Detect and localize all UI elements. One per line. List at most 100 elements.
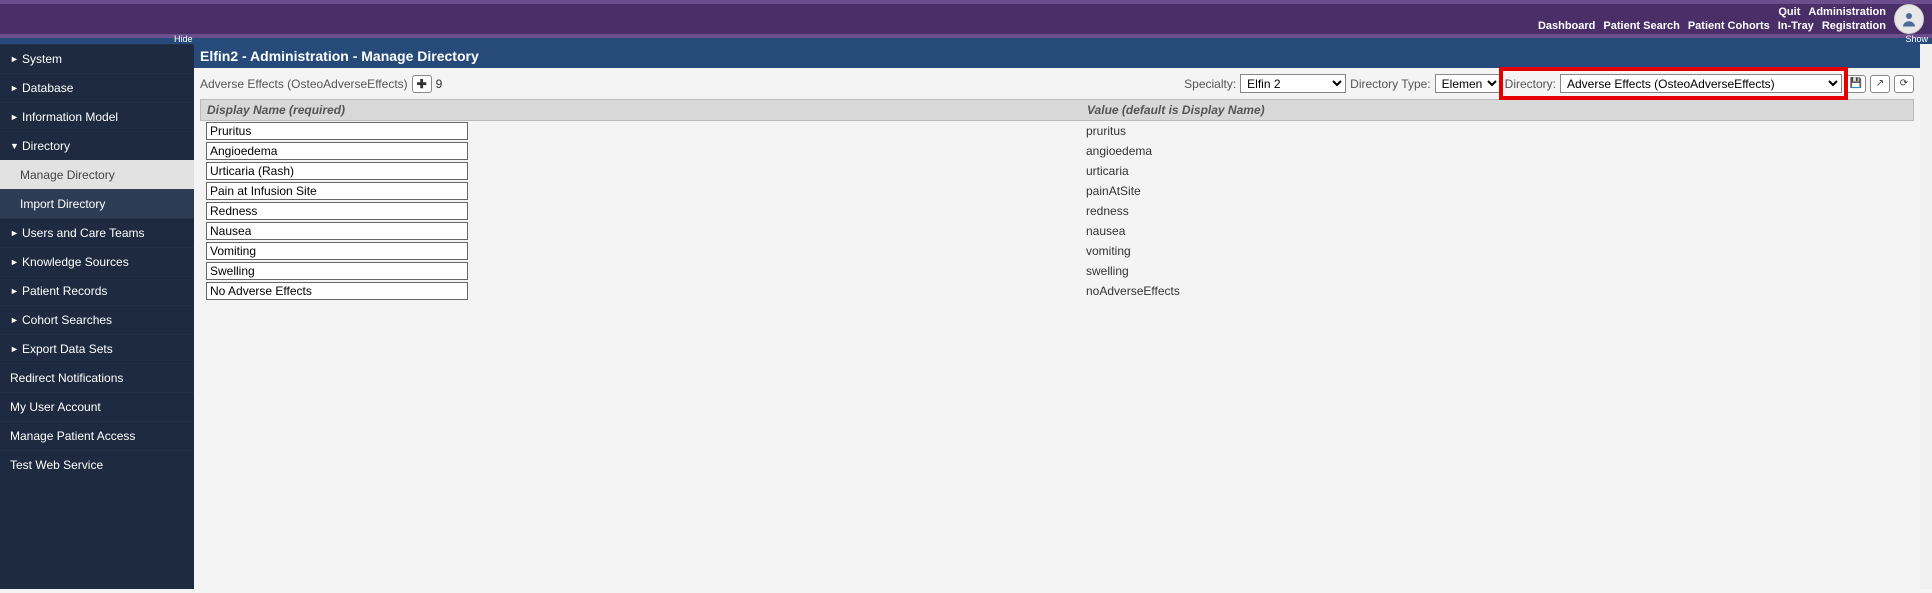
chevron-right-icon: ► (10, 83, 18, 93)
table-row: nausea (200, 221, 1914, 241)
sidebar-item-label: Cohort Searches (22, 313, 112, 327)
sidebar-item-label: Information Model (22, 110, 118, 124)
value-cell: redness (1086, 204, 1908, 218)
refresh-button[interactable]: ⟳ (1894, 75, 1914, 93)
display-name-input[interactable] (206, 262, 468, 280)
patient-search-link[interactable]: Patient Search (1603, 20, 1679, 32)
sidebar-item-export-data-sets[interactable]: ► Export Data Sets (0, 334, 194, 363)
value-cell: urticaria (1086, 164, 1908, 178)
sidebar-item-cohort-searches[interactable]: ► Cohort Searches (0, 305, 194, 334)
display-name-input[interactable] (206, 282, 468, 300)
save-button[interactable]: 💾 (1846, 75, 1866, 93)
right-gutter (1920, 44, 1932, 589)
chevron-right-icon: ► (10, 228, 18, 238)
sidebar-item-information-model[interactable]: ► Information Model (0, 102, 194, 131)
sidebar-item-label: Directory (22, 139, 70, 153)
sidebar-item-users-care-teams[interactable]: ► Users and Care Teams (0, 218, 194, 247)
sidebar-item-database[interactable]: ► Database (0, 73, 194, 102)
sidebar-item-label: Patient Records (22, 284, 107, 298)
grid-header: Display Name (required) Value (default i… (200, 99, 1914, 121)
administration-link[interactable]: Administration (1808, 6, 1886, 18)
value-cell: pruritus (1086, 124, 1908, 138)
sidebar-item-label: Test Web Service (10, 458, 103, 472)
value-cell: vomiting (1086, 244, 1908, 258)
directory-type-label: Directory Type: (1350, 77, 1430, 91)
sidebar-item-label: Users and Care Teams (22, 226, 145, 240)
display-name-input[interactable] (206, 142, 468, 160)
save-icon: 💾 (1850, 78, 1862, 89)
chevron-down-icon: ▼ (10, 141, 18, 151)
sidebar-item-label: System (22, 52, 62, 66)
top-banner: Quit Administration Dashboard Patient Se… (0, 0, 1932, 38)
value-cell: nausea (1086, 224, 1908, 238)
sidebar-item-test-web-service[interactable]: Test Web Service (0, 450, 194, 479)
directory-label: Directory: (1505, 77, 1556, 91)
dashboard-link[interactable]: Dashboard (1538, 20, 1595, 32)
add-button[interactable]: ✚ (412, 75, 432, 93)
sidebar-item-label: My User Account (10, 400, 101, 414)
sidebar-item-system[interactable]: ► System (0, 44, 194, 73)
sidebar-item-label: Knowledge Sources (22, 255, 129, 269)
sidebar-item-knowledge-sources[interactable]: ► Knowledge Sources (0, 247, 194, 276)
avatar[interactable] (1894, 4, 1924, 34)
sidebar-item-label: Manage Directory (20, 168, 115, 182)
sidebar-item-directory[interactable]: ▼ Directory (0, 131, 194, 160)
patient-cohorts-link[interactable]: Patient Cohorts (1688, 20, 1770, 32)
sidebar-item-redirect-notifications[interactable]: Redirect Notifications (0, 363, 194, 392)
specialty-select[interactable]: Elfin 2 (1240, 74, 1346, 93)
display-name-input[interactable] (206, 242, 468, 260)
sidebar: ► System ► Database ► Information Model … (0, 44, 194, 589)
value-cell: angioedema (1086, 144, 1908, 158)
sidebar-item-label: Database (22, 81, 73, 95)
column-value: Value (default is Display Name) (1087, 103, 1907, 117)
refresh-icon: ⟳ (1900, 78, 1908, 89)
value-cell: painAtSite (1086, 184, 1908, 198)
sidebar-item-label: Import Directory (20, 197, 105, 211)
main-content: Elfin2 - Administration - Manage Directo… (194, 44, 1920, 589)
table-row: angioedema (200, 141, 1914, 161)
hide-sidebar-link[interactable]: Hide (174, 34, 193, 44)
sidebar-item-label: Manage Patient Access (10, 429, 135, 443)
in-tray-link[interactable]: In-Tray (1778, 20, 1814, 32)
current-directory-label: Adverse Effects (OsteoAdverseEffects) (200, 77, 408, 91)
sidebar-item-import-directory[interactable]: Import Directory (0, 189, 194, 218)
chevron-right-icon: ► (10, 257, 18, 267)
directory-select[interactable]: Adverse Effects (OsteoAdverseEffects) (1560, 74, 1842, 93)
table-row: swelling (200, 261, 1914, 281)
display-name-input[interactable] (206, 122, 468, 140)
plus-icon: ✚ (417, 77, 427, 91)
table-row: redness (200, 201, 1914, 221)
registration-link[interactable]: Registration (1822, 20, 1886, 32)
sidebar-item-label: Redirect Notifications (10, 371, 123, 385)
chevron-right-icon: ► (10, 112, 18, 122)
chevron-right-icon: ► (10, 54, 18, 64)
banner-links: Quit Administration Dashboard Patient Se… (1538, 4, 1886, 34)
sidebar-item-manage-directory[interactable]: Manage Directory (0, 160, 194, 189)
directory-select-wrap: Directory: Adverse Effects (OsteoAdverse… (1505, 74, 1842, 93)
column-display-name: Display Name (required) (207, 103, 1087, 117)
table-row: painAtSite (200, 181, 1914, 201)
table-row: vomiting (200, 241, 1914, 261)
chevron-right-icon: ► (10, 286, 18, 296)
quit-link[interactable]: Quit (1778, 6, 1800, 18)
show-link[interactable]: Show (1905, 34, 1928, 44)
specialty-label: Specialty: (1184, 77, 1236, 91)
directory-grid: Display Name (required) Value (default i… (200, 99, 1914, 301)
sidebar-item-patient-records[interactable]: ► Patient Records (0, 276, 194, 305)
value-cell: noAdverseEffects (1086, 284, 1908, 298)
export-button[interactable]: ↗ (1870, 75, 1890, 93)
display-name-input[interactable] (206, 162, 468, 180)
display-name-input[interactable] (206, 182, 468, 200)
sidebar-item-my-user-account[interactable]: My User Account (0, 392, 194, 421)
page-title: Elfin2 - Administration - Manage Directo… (194, 44, 1920, 68)
sidebar-item-manage-patient-access[interactable]: Manage Patient Access (0, 421, 194, 450)
table-row: noAdverseEffects (200, 281, 1914, 301)
directory-type-select[interactable]: Element (1435, 74, 1501, 93)
person-icon (1900, 10, 1918, 28)
toolbar: Adverse Effects (OsteoAdverseEffects) ✚ … (194, 68, 1920, 99)
table-row: pruritus (200, 121, 1914, 141)
export-icon: ↗ (1876, 78, 1884, 89)
display-name-input[interactable] (206, 202, 468, 220)
display-name-input[interactable] (206, 222, 468, 240)
table-row: urticaria (200, 161, 1914, 181)
